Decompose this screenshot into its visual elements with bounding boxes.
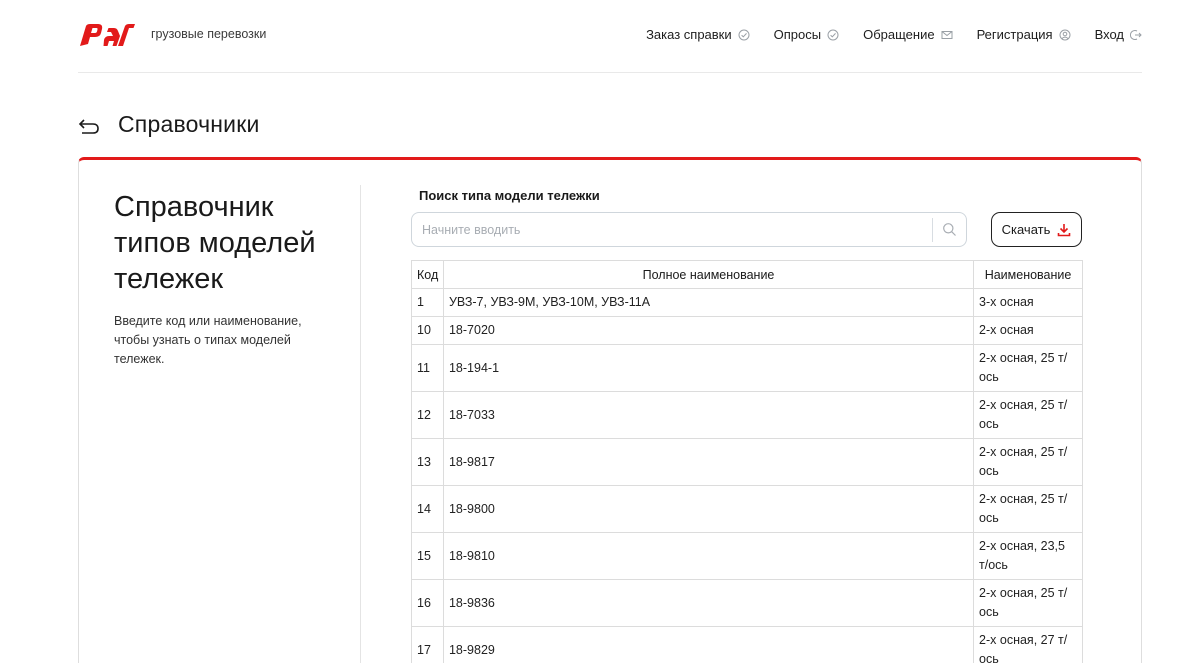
cell-name-line: 2-х осная, 27 т/ <box>979 633 1068 647</box>
cell-name-line: 2-х осная, 25 т/ <box>979 351 1068 365</box>
cell-name: 2-х осная, 25 т/ось <box>973 485 1083 533</box>
cell-name: 2-х осная, 23,5 т/ось <box>973 532 1083 580</box>
page-title: Справочники <box>118 111 260 137</box>
check-circle-icon <box>827 29 839 40</box>
table-header-row: Код Полное наименование Наименование <box>411 260 1083 289</box>
download-button[interactable]: Скачать <box>991 212 1082 247</box>
column-header-full-name[interactable]: Полное наименование <box>442 260 975 289</box>
table-row[interactable]: 16 18-9836 2-х осная, 25 т/ось <box>411 579 1083 627</box>
table-row[interactable]: 12 18-7033 2-х осная, 25 т/ось <box>411 391 1083 439</box>
brand-subtitle: грузовые перевозки <box>151 27 267 41</box>
cell-full-name: 18-7033 <box>442 391 975 439</box>
table-row[interactable]: 15 18-9810 2-х осная, 23,5 т/ось <box>411 532 1083 580</box>
column-header-name[interactable]: Наименование <box>973 260 1083 289</box>
cell-full-name: 18-9810 <box>442 532 975 580</box>
cell-name: 2-х осная, 25 т/ось <box>973 579 1083 627</box>
cell-name-line: ось <box>979 464 999 478</box>
nav-order-reference[interactable]: Заказ справки <box>646 27 750 42</box>
cell-name-line: ось <box>979 417 999 431</box>
cell-full-name: 18-7020 <box>442 316 975 345</box>
table-row[interactable]: 17 18-9829 2-х осная, 27 т/ось <box>411 626 1083 663</box>
cell-code: 15 <box>411 532 444 580</box>
search-icon[interactable] <box>942 222 957 237</box>
back-arrow-icon[interactable] <box>78 117 100 135</box>
download-icon <box>1058 223 1071 236</box>
cell-code: 16 <box>411 579 444 627</box>
cell-full-name: 18-194-1 <box>442 344 975 392</box>
rzd-logo[interactable] <box>78 22 136 48</box>
search-input[interactable] <box>412 222 932 237</box>
cell-name: 3-х осная <box>973 288 1083 317</box>
reference-card: Справочник типов моделей тележек Введите… <box>78 157 1142 663</box>
cell-name: 2-х осная, 25 т/ось <box>973 344 1083 392</box>
cell-name-line: 2-х осная, 25 т/ <box>979 398 1068 412</box>
cell-full-name: 18-9800 <box>442 485 975 533</box>
table-row[interactable]: 14 18-9800 2-х осная, 25 т/ось <box>411 485 1083 533</box>
table-row[interactable]: 1 УВЗ-7, УВЗ-9М, УВЗ-10М, УВЗ-11А 3-х ос… <box>411 288 1083 317</box>
cell-name: 2-х осная, 27 т/ось <box>973 626 1083 663</box>
cell-name-line: ось <box>979 652 999 663</box>
nav-label: Регистрация <box>976 27 1053 42</box>
card-heading: Справочник типов моделей тележек <box>114 191 316 295</box>
search-field <box>411 212 967 247</box>
cell-code: 13 <box>411 438 444 486</box>
card-sidebar: Справочник типов моделей тележек Введите… <box>79 185 361 663</box>
cell-name-line: т/ось <box>979 558 1008 572</box>
nav-login[interactable]: Вход <box>1095 27 1142 42</box>
column-header-code[interactable]: Код <box>411 260 444 289</box>
bogie-models-table: Код Полное наименование Наименование 1 У… <box>411 260 1083 663</box>
cell-name-line: ось <box>979 511 999 525</box>
cell-name-line: 2-х осная, 25 т/ <box>979 586 1068 600</box>
envelope-icon <box>941 30 953 39</box>
nav-label: Заказ справки <box>646 27 732 42</box>
top-nav: Заказ справки Опросы Обращение Регистрац… <box>622 27 1142 42</box>
cell-code: 1 <box>411 288 444 317</box>
nav-appeal[interactable]: Обращение <box>863 27 953 42</box>
cell-name-line: ось <box>979 370 999 384</box>
cell-code: 12 <box>411 391 444 439</box>
cell-name: 2-х осная <box>973 316 1083 345</box>
cell-code: 17 <box>411 626 444 663</box>
table-row[interactable]: 13 18-9817 2-х осная, 25 т/ось <box>411 438 1083 486</box>
cell-name-line: ось <box>979 605 999 619</box>
cell-name-line: 2-х осная, 25 т/ <box>979 492 1068 506</box>
cell-full-name: 18-9836 <box>442 579 975 627</box>
cell-code: 10 <box>411 316 444 345</box>
nav-label: Обращение <box>863 27 935 42</box>
nav-label: Вход <box>1094 27 1124 42</box>
download-label: Скачать <box>1001 222 1051 237</box>
nav-label: Опросы <box>773 27 822 42</box>
check-circle-icon <box>738 29 750 40</box>
table-row[interactable]: 11 18-194-1 2-х осная, 25 т/ось <box>411 344 1083 392</box>
cell-name-line: 2-х осная <box>979 323 1034 337</box>
cell-name-line: 2-х осная, 23,5 <box>979 539 1065 553</box>
cell-name: 2-х осная, 25 т/ось <box>973 438 1083 486</box>
search-label: Поиск типа модели тележки <box>419 188 600 203</box>
cell-name-line: 3-х осная <box>979 295 1034 309</box>
user-circle-icon <box>1059 29 1071 40</box>
top-header: грузовые перевозки Заказ справки Опросы … <box>78 0 1142 73</box>
cell-full-name: 18-9817 <box>442 438 975 486</box>
cell-code: 14 <box>411 485 444 533</box>
table-row[interactable]: 10 18-7020 2-х осная <box>411 316 1083 345</box>
nav-surveys[interactable]: Опросы <box>774 27 839 42</box>
cell-code: 11 <box>411 344 444 392</box>
nav-registration[interactable]: Регистрация <box>977 27 1071 42</box>
cell-name-line: 2-х осная, 25 т/ <box>979 445 1068 459</box>
logout-icon <box>1130 29 1142 40</box>
card-description: Введите код или наименование, чтобы узна… <box>114 314 302 366</box>
cell-full-name: УВЗ-7, УВЗ-9М, УВЗ-10М, УВЗ-11А <box>442 288 975 317</box>
search-divider <box>932 218 933 242</box>
cell-name: 2-х осная, 25 т/ось <box>973 391 1083 439</box>
cell-full-name: 18-9829 <box>442 626 975 663</box>
